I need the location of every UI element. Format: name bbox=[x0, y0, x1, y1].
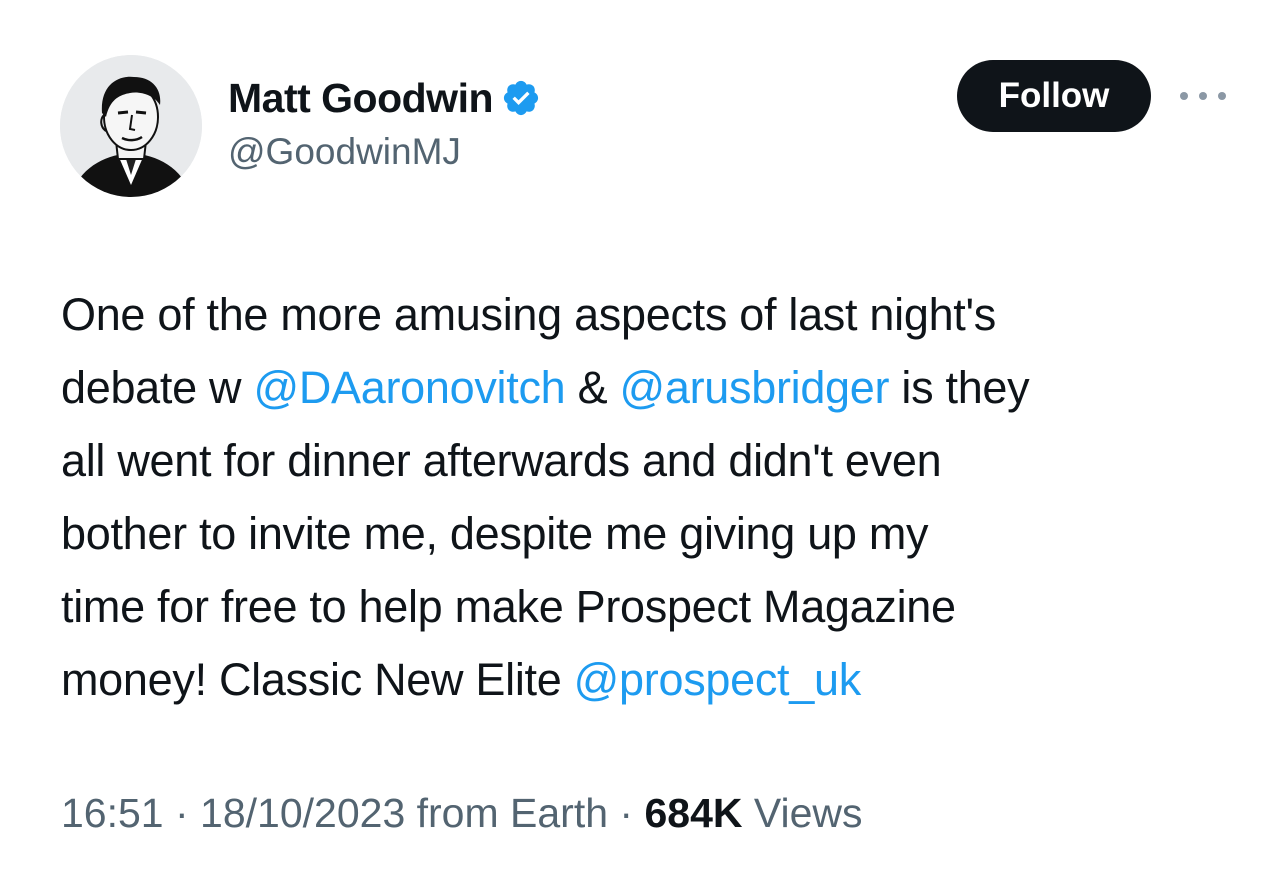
tweet-line: all went for dinner afterwards and didn'… bbox=[61, 424, 1241, 497]
tweet-metadata: 16:51 · 18/10/2023 from Earth · 684K Vie… bbox=[61, 790, 863, 837]
separator: · bbox=[163, 790, 201, 836]
tweet-text-segment: bother to invite me, despite me giving u… bbox=[61, 508, 929, 559]
views-count: 684K bbox=[644, 790, 743, 836]
more-dot bbox=[1218, 92, 1226, 100]
tweet-line: One of the more amusing aspects of last … bbox=[61, 278, 1241, 351]
avatar[interactable] bbox=[60, 55, 202, 197]
author-handle[interactable]: @GoodwinMJ bbox=[228, 131, 461, 173]
views-label: Views bbox=[742, 790, 863, 836]
tweet-text: One of the more amusing aspects of last … bbox=[61, 278, 1241, 716]
tweet-source: from Earth bbox=[405, 790, 609, 836]
tweet-text-segment: all went for dinner afterwards and didn'… bbox=[61, 435, 942, 486]
tweet-card: Matt Goodwin @GoodwinMJ Follow One of th… bbox=[0, 0, 1263, 883]
separator: · bbox=[608, 790, 645, 836]
more-options-icon[interactable] bbox=[1180, 84, 1226, 108]
follow-button[interactable]: Follow bbox=[957, 60, 1151, 132]
avatar-portrait-icon bbox=[60, 55, 202, 197]
tweet-line: debate w @DAaronovitch & @arusbridger is… bbox=[61, 351, 1241, 424]
author-name-row: Matt Goodwin bbox=[228, 72, 541, 124]
tweet-text-segment: time for free to help make Prospect Maga… bbox=[61, 581, 956, 632]
mention-prospect-uk[interactable]: @prospect_uk bbox=[574, 654, 862, 705]
tweet-time: 16:51 bbox=[61, 790, 164, 836]
tweet-timestamp-link[interactable]: 16:51 · 18/10/2023 bbox=[61, 790, 405, 836]
tweet-text-segment: is they bbox=[889, 362, 1030, 413]
mention-arusbridger[interactable]: @arusbridger bbox=[620, 362, 890, 413]
author-display-name[interactable]: Matt Goodwin bbox=[228, 75, 494, 122]
tweet-line: time for free to help make Prospect Maga… bbox=[61, 570, 1241, 643]
more-dot bbox=[1199, 92, 1207, 100]
tweet-text-segment: debate w bbox=[61, 362, 254, 413]
mention-daaronovitch[interactable]: @DAaronovitch bbox=[253, 362, 565, 413]
views-link[interactable]: 684K Views bbox=[644, 790, 862, 836]
tweet-text-segment: money! Classic New Elite bbox=[61, 654, 574, 705]
tweet-text-segment: One of the more amusing aspects of last … bbox=[61, 289, 996, 340]
tweet-date: 18/10/2023 bbox=[200, 790, 406, 836]
tweet-line: money! Classic New Elite @prospect_uk bbox=[61, 643, 1241, 716]
verified-badge-icon[interactable] bbox=[501, 78, 541, 118]
more-dot bbox=[1180, 92, 1188, 100]
tweet-line: bother to invite me, despite me giving u… bbox=[61, 497, 1241, 570]
tweet-text-segment: & bbox=[565, 362, 620, 413]
